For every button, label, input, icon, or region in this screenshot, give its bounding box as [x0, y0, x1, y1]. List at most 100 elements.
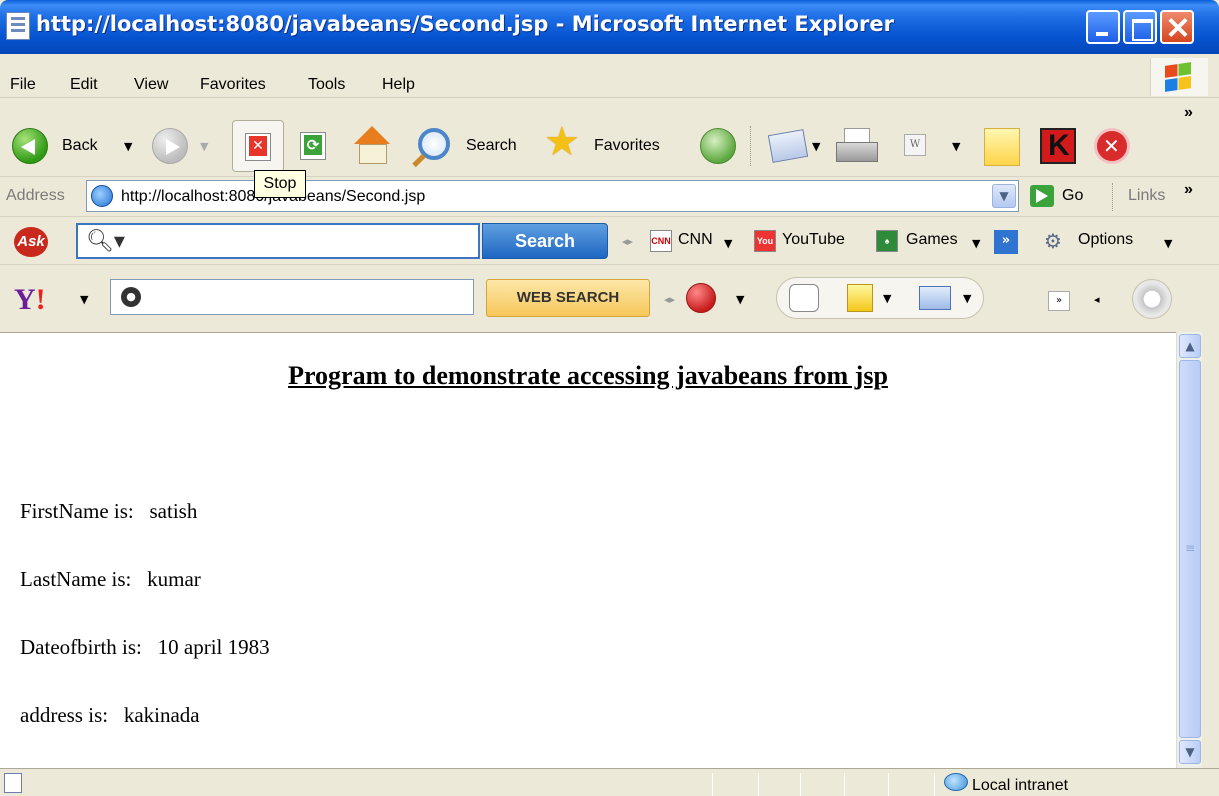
edit-icon[interactable]: W: [904, 134, 926, 156]
window-border: [1202, 332, 1219, 768]
scroll-up-icon[interactable]: ▲: [1179, 334, 1201, 358]
web-search-button[interactable]: WEB SEARCH: [486, 279, 650, 317]
ask-search-input[interactable]: 🔍︎▾: [76, 223, 480, 259]
home-icon[interactable]: [352, 126, 392, 164]
windows-logo-icon: [1150, 58, 1208, 96]
ball-dropdown-icon[interactable]: ▼: [736, 293, 744, 306]
ask-search-button[interactable]: Search: [482, 223, 608, 259]
cnn-dropdown-icon[interactable]: ▼: [724, 237, 732, 250]
games-dropdown-icon[interactable]: ▼: [972, 237, 980, 250]
minimize-button[interactable]: [1086, 10, 1120, 44]
yahoo-search-input[interactable]: ●: [110, 279, 474, 315]
options-button[interactable]: Options: [1078, 231, 1133, 249]
search-button-label[interactable]: Search: [466, 137, 517, 155]
ie-page-icon: [91, 185, 113, 207]
stop-tooltip: Stop: [254, 170, 306, 198]
cricket-ball-icon[interactable]: [686, 283, 716, 313]
menu-file[interactable]: File: [10, 76, 36, 94]
standard-toolbar: Back ▼ ▼ Search ★ Favorites ▼ W ▼ »: [0, 98, 1219, 176]
back-dropdown-icon[interactable]: ▼: [124, 140, 132, 153]
address-dropdown-icon[interactable]: ▼: [992, 184, 1016, 208]
status-divider: [800, 773, 801, 796]
mail-dropdown-icon[interactable]: ▼: [963, 292, 971, 305]
settings-gear-icon[interactable]: [1132, 279, 1172, 319]
stop-icon: [245, 133, 271, 161]
edit-dropdown-icon[interactable]: ▼: [952, 140, 960, 153]
scroll-down-icon[interactable]: ▼: [1179, 740, 1201, 764]
games-icon[interactable]: ♠: [876, 230, 898, 252]
stop-button[interactable]: [232, 120, 284, 172]
more-chevron-icon[interactable]: »: [994, 230, 1018, 254]
menu-favorites[interactable]: Favorites: [200, 76, 266, 94]
browser-window: http://localhost:8080/javabeans/Second.j…: [0, 0, 1219, 796]
scroll-left-icon[interactable]: ◂: [1094, 293, 1100, 306]
options-dropdown-icon[interactable]: ▼: [1164, 237, 1172, 250]
expand-chevron-icon[interactable]: »: [1048, 291, 1070, 311]
toolbar-separator: ◂▸: [622, 235, 634, 248]
menu-view[interactable]: View: [134, 76, 168, 94]
refresh-icon[interactable]: [300, 132, 326, 160]
forward-dropdown-icon[interactable]: ▼: [200, 140, 208, 153]
media-icon[interactable]: [700, 128, 736, 164]
status-divider: [844, 773, 845, 796]
notes-icon[interactable]: [984, 128, 1020, 166]
back-button-label[interactable]: Back: [62, 137, 98, 155]
go-button[interactable]: Go: [1062, 187, 1083, 205]
bookmark-dropdown-icon[interactable]: ▼: [883, 292, 891, 305]
menu-edit[interactable]: Edit: [70, 76, 98, 94]
security-zone-label: Local intranet: [972, 777, 1069, 794]
status-divider: [758, 773, 759, 796]
print-icon[interactable]: [836, 128, 878, 162]
status-bar: Local intranet: [0, 768, 1219, 796]
menu-help[interactable]: Help: [382, 76, 415, 94]
local-intranet-icon: [944, 773, 968, 791]
dateofbirth-row: Dateofbirth is: 10 april 1983: [20, 635, 270, 659]
mail-dropdown-icon[interactable]: ▼: [812, 140, 820, 153]
address-row: address is: kakinada: [20, 703, 200, 727]
favorites-star-icon[interactable]: ★: [544, 122, 580, 162]
back-icon[interactable]: [12, 128, 48, 164]
search-icon[interactable]: [418, 128, 450, 160]
mail-icon[interactable]: [767, 129, 809, 163]
mailbox-icon[interactable]: [789, 284, 819, 312]
vertical-scrollbar[interactable]: ▲ ▼: [1176, 332, 1202, 768]
yahoo-mail-icon[interactable]: [919, 286, 951, 310]
links-label[interactable]: Links: [1128, 187, 1165, 205]
address-label: Address: [6, 187, 65, 204]
scrollbar-thumb[interactable]: [1179, 360, 1201, 738]
firstname-row: FirstName is: satish: [20, 499, 198, 523]
status-divider: [712, 773, 713, 796]
cnn-button[interactable]: CNN: [678, 231, 713, 249]
kaspersky-icon[interactable]: [1040, 128, 1076, 164]
bookmark-icon[interactable]: [847, 284, 873, 312]
ask-logo-icon[interactable]: Ask: [14, 227, 48, 257]
links-chevron-icon[interactable]: »: [1184, 181, 1193, 199]
search-icon: ●: [121, 287, 141, 307]
page-icon: [6, 12, 30, 40]
menu-bar: File Edit View Favorites Tools Help: [0, 54, 1219, 98]
youtube-icon[interactable]: You: [754, 230, 776, 252]
status-divider: [888, 773, 889, 796]
forward-icon[interactable]: [152, 128, 188, 164]
close-button[interactable]: [1160, 10, 1194, 44]
address-bar: Address http://localhost:8080/javabeans/…: [0, 176, 1219, 216]
yahoo-dropdown-icon[interactable]: ▼: [80, 293, 88, 306]
games-button[interactable]: Games: [906, 231, 958, 249]
magnifier-dropdown-icon[interactable]: 🔍︎▾: [86, 228, 125, 256]
page-heading: Program to demonstrate accessing javabea…: [288, 361, 888, 390]
options-gear-icon[interactable]: ⚙: [1044, 229, 1070, 253]
address-input[interactable]: http://localhost:8080/javabeans/Second.j…: [86, 180, 1019, 212]
youtube-button[interactable]: YouTube: [782, 231, 845, 249]
toolbar-overflow-chevron-icon[interactable]: »: [1184, 104, 1193, 122]
toolbar-separator: [1112, 183, 1115, 211]
cnn-icon[interactable]: CNN: [650, 230, 672, 252]
toolbar-separator: ◂▸: [664, 293, 676, 306]
favorites-button-label[interactable]: Favorites: [594, 137, 660, 155]
menu-tools[interactable]: Tools: [308, 76, 345, 94]
addon-icon[interactable]: [1094, 128, 1130, 164]
yahoo-logo-icon[interactable]: Y!: [14, 285, 46, 315]
go-arrow-icon[interactable]: [1030, 185, 1054, 207]
page-content: Program to demonstrate accessing javabea…: [0, 332, 1176, 768]
maximize-button[interactable]: [1123, 10, 1157, 44]
yahoo-toolbar: Y! ▼ ● WEB SEARCH ◂▸ ▼ ▼ ▼ » ◂: [0, 264, 1219, 332]
